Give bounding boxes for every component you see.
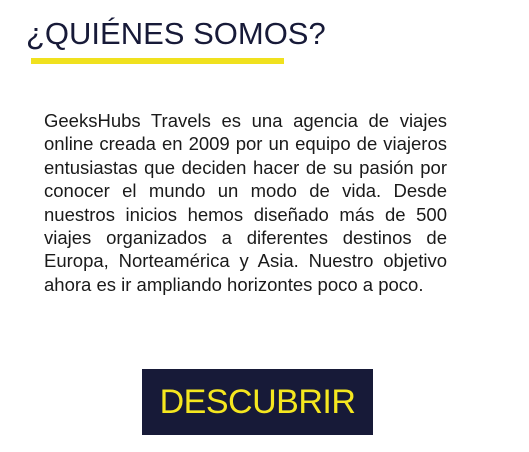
discover-button[interactable]: DESCUBRIR — [142, 369, 373, 435]
about-description: GeeksHubs Travels es una agencia de viaj… — [44, 110, 447, 295]
section-title: ¿QUIÉNES SOMOS? — [26, 16, 326, 51]
title-underline — [31, 58, 284, 64]
